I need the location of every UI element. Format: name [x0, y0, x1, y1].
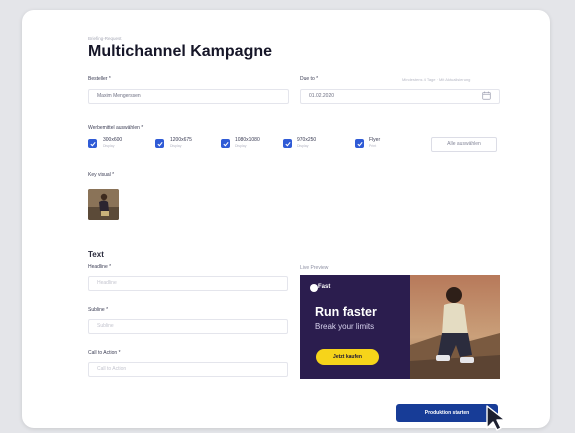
brand-logo-icon	[310, 284, 318, 292]
key-visual-label: Key visual *	[88, 172, 115, 178]
select-all-button[interactable]: Alle auswählen	[431, 137, 497, 152]
media-option-title: 970x250	[297, 137, 317, 143]
requester-label: Besteller *	[88, 76, 111, 82]
checkmark-icon	[284, 141, 291, 147]
checkmark-icon	[89, 141, 96, 147]
checkmark-icon	[156, 141, 163, 147]
checkbox-checked-icon[interactable]	[155, 139, 164, 148]
checkmark-icon	[222, 141, 229, 147]
media-option-subtitle: Display	[170, 144, 182, 148]
due-date-field[interactable]: 01.02.2020	[300, 89, 500, 104]
preview-subline: Break your limits	[315, 322, 375, 331]
preview-headline: Run faster	[315, 305, 377, 319]
page-eyebrow: Briefing-Request	[88, 36, 122, 41]
preview-brand: Fast	[318, 284, 331, 290]
media-label: Werbemittel auswählen *	[88, 125, 144, 131]
page-title: Multichannel Kampagne	[88, 43, 273, 60]
calendar-icon[interactable]	[482, 91, 491, 100]
subline-input[interactable]: Subline	[88, 319, 288, 334]
media-option-subtitle: Display	[103, 144, 115, 148]
media-option-subtitle: Display	[235, 144, 247, 148]
due-date-hint: Mindestens 4 Tage · Mit Aktualisierung	[402, 77, 471, 82]
start-production-button[interactable]: Produktion starten	[396, 404, 498, 422]
checkmark-icon	[356, 141, 363, 147]
media-option-subtitle: Display	[297, 144, 309, 148]
runner-photo	[410, 275, 500, 379]
preview-cta-button: Jetzt kaufen	[316, 349, 379, 365]
media-option-title: 1080x1080	[235, 137, 260, 143]
media-option-subtitle: Print	[369, 144, 377, 148]
media-option-title: 1200x675	[170, 137, 192, 143]
checkbox-checked-icon[interactable]	[221, 139, 230, 148]
checkbox-checked-icon[interactable]	[88, 139, 97, 148]
live-preview-banner: Fast Run faster Break your limits Jetzt …	[300, 275, 500, 379]
headline-input[interactable]: Headline	[88, 276, 288, 291]
cta-label: Call to Action *	[88, 350, 121, 356]
subline-label: Subline *	[88, 307, 109, 313]
mouse-pointer-icon	[486, 405, 506, 431]
checkbox-checked-icon[interactable]	[283, 139, 292, 148]
key-visual-image	[88, 189, 119, 220]
due-date-label: Due to *	[300, 76, 319, 82]
media-option-title: 300x600	[103, 137, 123, 143]
key-visual-thumbnail[interactable]	[88, 189, 119, 220]
preview-label: Live Preview	[300, 265, 329, 271]
requester-field[interactable]: Maxim Mengerssen	[88, 89, 289, 104]
headline-label: Headline *	[88, 264, 112, 270]
media-option-title: Flyer	[369, 137, 381, 143]
cta-input[interactable]: Call to Action	[88, 362, 288, 377]
text-section-title: Text	[88, 250, 104, 259]
checkbox-checked-icon[interactable]	[355, 139, 364, 148]
